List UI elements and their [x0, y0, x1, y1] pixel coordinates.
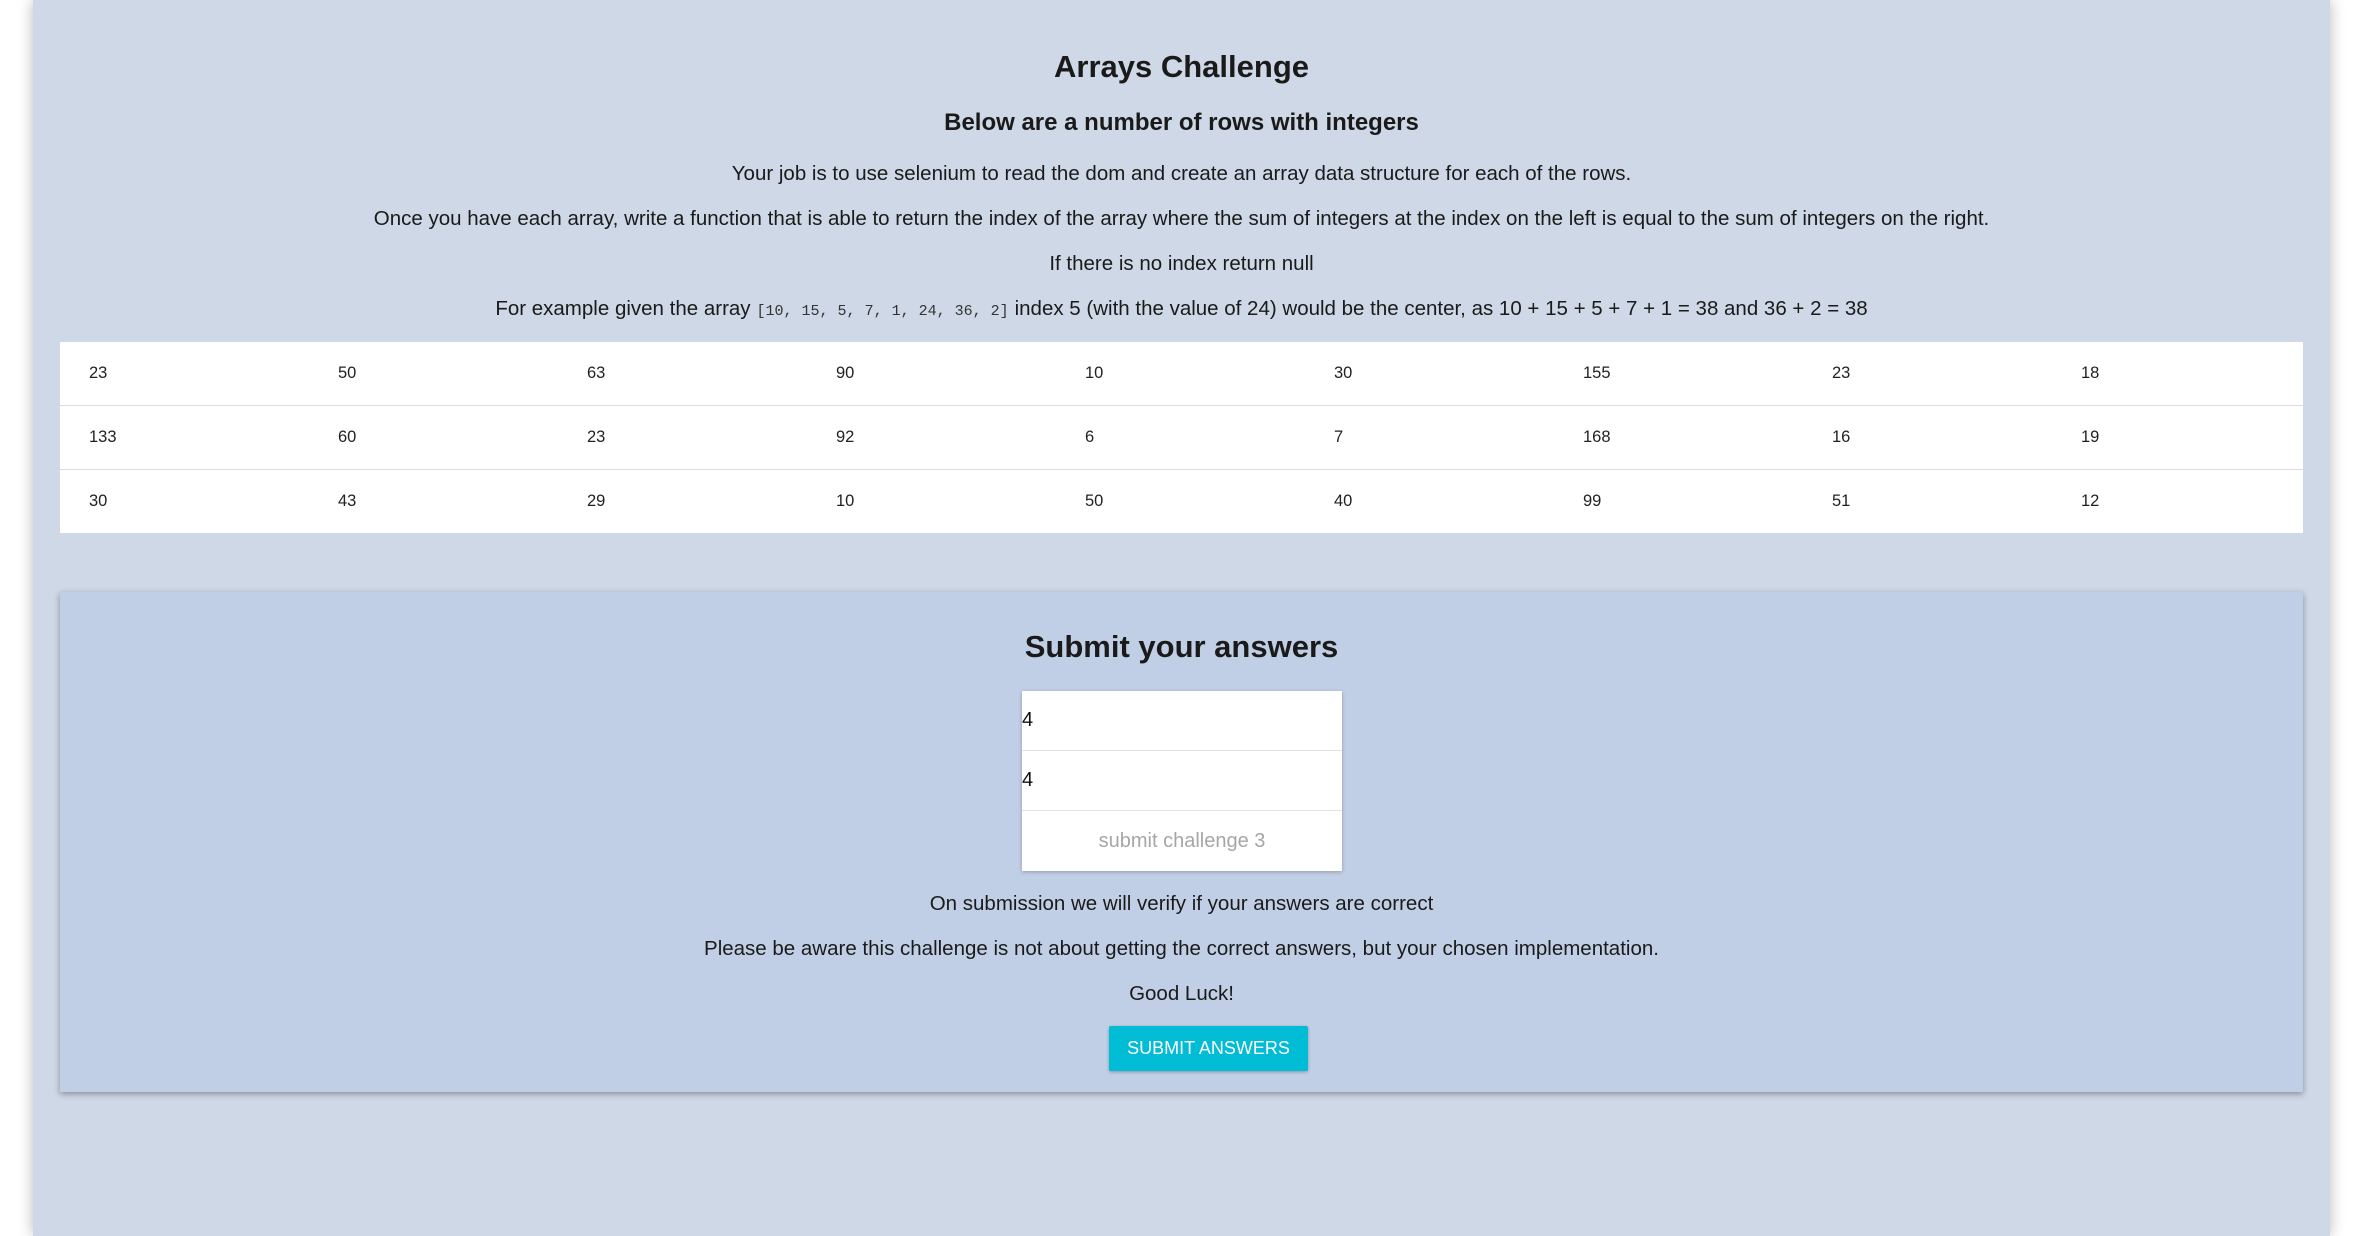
table-cell: 23: [89, 364, 108, 382]
submit-panel: Submit your answers submit challenge 3 O…: [60, 592, 2303, 1092]
table-row: 30 43 29 10 50 40 99 51 12: [60, 470, 2303, 533]
answer-input-1[interactable]: [1022, 691, 1342, 751]
implementation-note: Please be aware this challenge is not ab…: [704, 937, 1659, 960]
table-cell: 10: [836, 492, 855, 510]
table-cell: 50: [338, 364, 357, 382]
instruction-text: Once you have each array, write a functi…: [373, 207, 1990, 230]
table-cell: 19: [2081, 428, 2100, 446]
example-text: For example given the array [10, 15, 5, 7…: [33, 296, 2330, 325]
example-prefix: For example given the array: [495, 297, 751, 320]
instruction-text: Your job is to use selenium to read the …: [731, 162, 1632, 185]
table-cell: 155: [1583, 364, 1611, 382]
table-cell: 12: [2081, 492, 2100, 510]
page-title: Arrays Challenge: [1054, 49, 1309, 84]
integer-table: 23 50 63 90 10 30 155 23 18 133 60 23 92…: [60, 342, 2303, 533]
table-cell: 40: [1334, 492, 1353, 510]
table-cell: 10: [1085, 364, 1104, 382]
table-cell: 7: [1334, 428, 1344, 446]
instruction-text: If there is no index return null: [1049, 252, 1314, 275]
table-cell: 92: [836, 428, 855, 446]
page-subtitle: Below are a number of rows with integers: [944, 109, 1419, 136]
table-cell: 51: [1832, 492, 1851, 510]
table-cell: 23: [1832, 364, 1851, 382]
table-cell: 63: [587, 364, 606, 382]
table-cell: 16: [1832, 428, 1851, 446]
table-cell: 30: [1334, 364, 1353, 382]
submit-answers-button[interactable]: SUBMIT ANSWERS: [1109, 1026, 1308, 1071]
table-cell: 43: [338, 492, 357, 510]
answer-form: submit challenge 3: [1022, 691, 1342, 871]
table-cell: 168: [1583, 428, 1611, 446]
table-cell: 30: [89, 492, 108, 510]
table-cell: 133: [89, 428, 117, 446]
table-cell: 18: [2081, 364, 2100, 382]
challenge-page: Arrays Challenge Below are a number of r…: [33, 0, 2330, 1236]
table-cell: 60: [338, 428, 357, 446]
example-suffix: index 5 (with the value of 24) would be …: [1014, 297, 1868, 320]
answer-input-2[interactable]: [1022, 751, 1342, 811]
submit-challenge-button[interactable]: submit challenge 3: [1022, 811, 1342, 871]
table-cell: 50: [1085, 492, 1104, 510]
table-cell: 29: [587, 492, 606, 510]
table-cell: 99: [1583, 492, 1602, 510]
table-row: 23 50 63 90 10 30 155 23 18: [60, 342, 2303, 406]
table-cell: 90: [836, 364, 855, 382]
good-luck-text: Good Luck!: [1129, 982, 1234, 1005]
submit-panel-title: Submit your answers: [1024, 629, 1339, 664]
table-cell: 23: [587, 428, 606, 446]
table-cell: 6: [1085, 428, 1095, 446]
example-array: [10, 15, 5, 7, 1, 24, 36, 2]: [756, 303, 1009, 320]
table-row: 133 60 23 92 6 7 168 16 19: [60, 406, 2303, 470]
submission-note: On submission we will verify if your ans…: [929, 892, 1434, 915]
